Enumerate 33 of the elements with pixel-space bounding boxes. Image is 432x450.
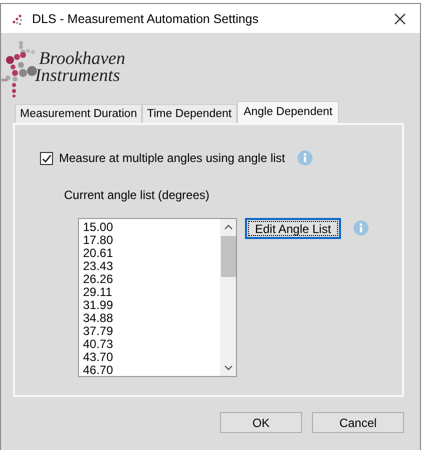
- info-icon: [297, 150, 314, 166]
- list-label: Current angle list (degrees): [64, 188, 210, 202]
- list-item[interactable]: 17.80: [83, 234, 220, 247]
- cancel-button[interactable]: Cancel: [312, 412, 404, 433]
- list-item[interactable]: 26.26: [83, 273, 220, 286]
- list-item[interactable]: 29.11: [83, 286, 220, 299]
- scroll-down-icon: [224, 364, 232, 371]
- angle-list[interactable]: 15.00 17.80 20.61 23.43 26.26 29.11 31.99 34.88 37.79 40.73 43.70 46.70: [78, 218, 237, 377]
- info-icon: [353, 220, 370, 236]
- scroll-up-icon: [224, 224, 232, 231]
- tab[interactable]: Time Dependent: [142, 104, 237, 123]
- ok-button[interactable]: OK: [220, 412, 302, 433]
- list-item[interactable]: 20.61: [83, 247, 220, 260]
- checkbox[interactable]: [40, 152, 53, 164]
- list-item[interactable]: 46.70: [83, 364, 220, 377]
- scrollbar[interactable]: [220, 219, 236, 376]
- tab[interactable]: Angle Dependent: [236, 101, 340, 123]
- list-item[interactable]: 37.79: [83, 325, 220, 338]
- list-item[interactable]: 15.00: [83, 221, 220, 234]
- list-item[interactable]: 31.99: [83, 299, 220, 312]
- scroll-thumb[interactable]: [220, 236, 236, 277]
- close-icon: [394, 12, 406, 24]
- list-item[interactable]: 40.73: [83, 338, 220, 351]
- app-icon: [10, 12, 24, 26]
- list-item[interactable]: 43.70: [83, 351, 220, 364]
- window-title: DLS - Measurement Automation Settings: [32, 12, 260, 26]
- list-item[interactable]: 34.88: [83, 312, 220, 325]
- logo-text: Brookhaven: [39, 50, 126, 67]
- edit-button[interactable]: Edit Angle List: [245, 218, 342, 239]
- tab[interactable]: Measurement Duration: [15, 104, 142, 123]
- list-item[interactable]: 23.43: [83, 260, 220, 273]
- logo-text: Instruments: [35, 67, 121, 84]
- checkbox-label[interactable]: Measure at multiple angles using angle list: [59, 151, 286, 165]
